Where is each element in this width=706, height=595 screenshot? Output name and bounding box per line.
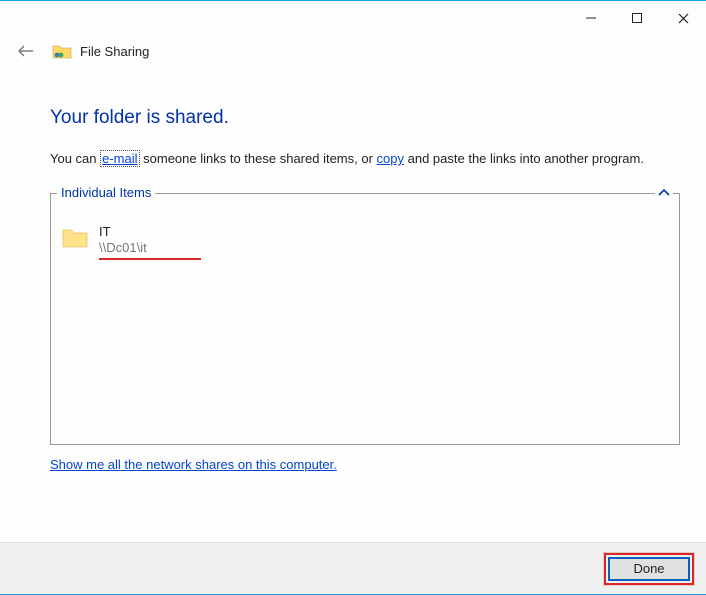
close-icon: [678, 13, 689, 24]
page-heading: Your folder is shared.: [50, 107, 680, 129]
collapse-button[interactable]: [655, 184, 673, 202]
window-title: File Sharing: [80, 44, 149, 59]
item-path: \\Dc01\it: [99, 240, 147, 257]
titlebar: [0, 1, 706, 31]
header-row: File Sharing: [0, 31, 706, 71]
annotation-underline: [99, 258, 201, 260]
title-with-icon: File Sharing: [52, 42, 149, 60]
group-legend: Individual Items: [57, 185, 155, 200]
para-prefix: You can: [50, 151, 100, 166]
annotation-highlight-done: Done: [604, 553, 694, 585]
minimize-icon: [586, 13, 596, 23]
para-mid: someone links to these shared items, or: [140, 151, 377, 166]
individual-items-group: Individual Items IT \\Dc01\it: [50, 193, 680, 445]
copy-link[interactable]: copy: [377, 151, 404, 166]
back-arrow-icon: [17, 44, 35, 58]
close-button[interactable]: [660, 5, 706, 31]
chevron-up-icon: [658, 188, 670, 198]
button-bar: Done: [0, 542, 706, 594]
folder-icon: [61, 224, 89, 250]
done-button[interactable]: Done: [608, 557, 690, 581]
file-sharing-icon: [52, 42, 72, 60]
minimize-button[interactable]: [568, 5, 614, 31]
maximize-button[interactable]: [614, 5, 660, 31]
maximize-icon: [632, 13, 642, 23]
content-area: Your folder is shared. You can e-mail so…: [0, 71, 706, 472]
email-link[interactable]: e-mail: [100, 150, 139, 167]
para-suffix: and paste the links into another program…: [404, 151, 644, 166]
item-text: IT \\Dc01\it: [99, 224, 147, 258]
back-button[interactable]: [14, 39, 38, 63]
shared-item-row[interactable]: IT \\Dc01\it: [61, 224, 669, 258]
show-all-shares-link[interactable]: Show me all the network shares on this c…: [50, 457, 337, 472]
item-name: IT: [99, 224, 147, 241]
description-paragraph: You can e-mail someone links to these sh…: [50, 149, 650, 169]
